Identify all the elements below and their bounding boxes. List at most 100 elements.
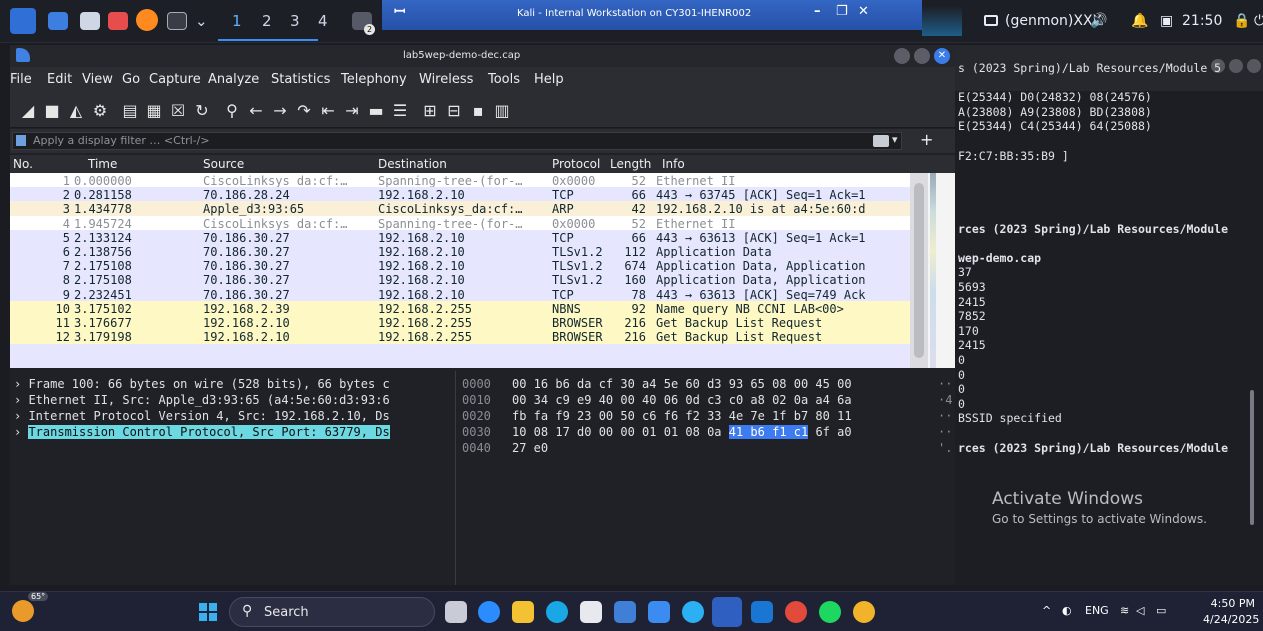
terminal-window[interactable]: s (2023 Spring)/Lab Resources/Module 5 E(… xyxy=(955,45,1263,585)
packet-row[interactable]: 11 3.176677 192.168.2.10 192.168.2.255 BROWS… xyxy=(10,315,910,330)
menu-wireless[interactable]: Wireless xyxy=(419,72,473,87)
lock-icon[interactable]: 🔒 xyxy=(1233,13,1250,29)
task-view-icon[interactable] xyxy=(445,601,467,623)
chrome-canary-icon[interactable] xyxy=(853,601,875,623)
start-button-icon[interactable] xyxy=(199,603,217,621)
save-file-icon[interactable]: ▦ xyxy=(144,101,164,121)
menu-help[interactable]: Help xyxy=(534,72,564,87)
power-icon[interactable]: ⏻ xyxy=(1254,13,1263,29)
vm-restore-icon[interactable]: ❐ xyxy=(836,4,848,19)
pin-icon[interactable]: ꟷ xyxy=(394,2,405,21)
colorize-icon[interactable]: ☰ xyxy=(390,101,410,121)
menu-analyze[interactable]: Analyze xyxy=(208,72,259,87)
col-destination[interactable]: Destination xyxy=(378,157,447,171)
packet-row[interactable]: 9 2.232451 70.186.30.27 192.168.2.10 TCP 78 44… xyxy=(10,286,910,302)
copilot-icon[interactable] xyxy=(648,601,670,623)
battery-icon[interactable]: ▭ xyxy=(1156,604,1166,617)
reload-file-icon[interactable]: ↻ xyxy=(192,101,212,121)
store-icon[interactable] xyxy=(580,601,602,623)
filter-bookmark-icon[interactable] xyxy=(16,135,26,146)
vmware-icon[interactable] xyxy=(682,601,704,623)
add-filter-button-icon[interactable]: + xyxy=(920,130,933,149)
close-file-icon[interactable]: ☒ xyxy=(168,101,188,121)
detail-tcp[interactable]: › Transmission Control Protocol, Src Por… xyxy=(14,425,390,441)
first-packet-icon[interactable]: ⇤ xyxy=(318,101,338,121)
stop-capture-icon[interactable]: ■ xyxy=(42,101,62,121)
go-back-icon[interactable]: ← xyxy=(246,101,266,121)
show-desktop-icon[interactable] xyxy=(48,12,68,30)
col-no[interactable]: No. xyxy=(13,157,33,171)
wifi-icon[interactable]: ≋ xyxy=(1120,604,1129,617)
filter-dropdown-icon[interactable]: ▾ xyxy=(892,133,898,146)
notification-bell-icon[interactable]: 🔔 xyxy=(1131,13,1148,29)
volume-icon[interactable]: 🔊 xyxy=(1090,13,1107,29)
workspace-2[interactable]: 2 xyxy=(262,12,272,30)
kali-menu-icon[interactable] xyxy=(10,8,36,34)
find-packet-icon[interactable]: ⚲ xyxy=(222,101,242,121)
expand-arrow-icon[interactable]: › xyxy=(14,425,28,439)
minimize-icon[interactable] xyxy=(894,48,910,64)
menu-go[interactable]: Go xyxy=(122,72,140,87)
resize-columns-icon[interactable]: ▥ xyxy=(492,101,512,121)
speaker-icon[interactable]: ◁ xyxy=(1136,604,1144,617)
expand-arrow-icon[interactable]: › xyxy=(14,409,28,423)
text-editor-icon[interactable] xyxy=(108,12,128,30)
workspace-3[interactable]: 3 xyxy=(290,12,300,30)
vm-close-icon[interactable]: ✕ xyxy=(858,4,869,19)
go-to-packet-icon[interactable]: ↷ xyxy=(294,101,314,121)
file-explorer-icon[interactable] xyxy=(512,601,534,623)
packet-row[interactable]: 8 2.175108 70.186.30.27 192.168.2.10 TLSv1.2… xyxy=(10,272,910,288)
wireshark-title-bar[interactable]: lab5wep-demo-dec.cap ✕ xyxy=(10,45,955,67)
expand-arrow-icon[interactable]: › xyxy=(14,393,28,407)
weather-icon[interactable] xyxy=(12,600,34,622)
col-protocol[interactable]: Protocol xyxy=(552,157,600,171)
menu-telephony[interactable]: Telephony xyxy=(341,72,407,87)
start-capture-icon[interactable]: ◢ xyxy=(18,101,38,121)
packet-row[interactable]: 3 1.434778 Apple_d3:93:65 CiscoLinksys_da:c… xyxy=(10,201,910,217)
menu-tools[interactable]: Tools xyxy=(488,72,520,87)
vm-title-bar[interactable]: ꟷ Kali - Internal Workstation on CY301-I… xyxy=(382,0,922,30)
language-indicator[interactable]: ENG xyxy=(1085,604,1109,617)
packet-minimap[interactable] xyxy=(928,173,955,368)
widgets-icon[interactable] xyxy=(478,601,500,623)
expand-arrow-icon[interactable]: › xyxy=(14,377,28,391)
col-info[interactable]: Info xyxy=(662,157,685,171)
packet-row[interactable]: 2 0.281158 70.186.28.24 192.168.2.10 TCP 66 44… xyxy=(10,187,910,203)
taskbar-clock[interactable]: 4:50 PM 4/24/2025 xyxy=(1203,597,1259,626)
packet-row[interactable]: 5 2.133124 70.186.30.27 192.168.2.10 TCP 66 44… xyxy=(10,229,910,245)
scrollbar-thumb[interactable] xyxy=(914,183,924,358)
zoom-in-icon[interactable]: ⊞ xyxy=(420,101,440,121)
detail-ethernet[interactable]: › Ethernet II, Src: Apple_d3:93:65 (a4:5… xyxy=(14,393,390,409)
edge-icon[interactable] xyxy=(546,601,568,623)
col-source[interactable]: Source xyxy=(203,157,244,171)
restart-capture-icon[interactable]: ◭ xyxy=(66,101,86,121)
go-forward-icon[interactable]: → xyxy=(270,101,290,121)
file-manager-icon[interactable] xyxy=(80,12,100,30)
menu-statistics[interactable]: Statistics xyxy=(271,72,330,87)
menu-view[interactable]: View xyxy=(82,72,113,87)
myapp-icon[interactable] xyxy=(614,601,636,623)
terminal-close-icon[interactable] xyxy=(1247,59,1261,73)
packet-row[interactable]: 1 0.000000 CiscoLinksys_da:cf:… Spanning-tr… xyxy=(10,173,910,188)
detail-frame[interactable]: › Frame 100: 66 bytes on wire (528 bits)… xyxy=(14,377,390,393)
apply-filter-icon[interactable] xyxy=(873,135,889,147)
packet-row[interactable]: 7 2.175108 70.186.30.27 192.168.2.10 TLSv1.2… xyxy=(10,258,910,274)
outlook-icon[interactable] xyxy=(751,601,773,623)
normal-size-icon[interactable]: ▪ xyxy=(468,101,488,121)
vm-minimize-icon[interactable]: – xyxy=(814,4,821,19)
packet-row[interactable]: 10 3.175102 192.168.2.39 192.168.2.255 NBNS 9… xyxy=(10,300,910,316)
tray-app-icon[interactable]: ◐ xyxy=(1062,604,1072,617)
menu-edit[interactable]: Edit xyxy=(47,72,72,87)
tray-overflow-icon[interactable]: ^ xyxy=(1042,604,1051,617)
detail-ipv4[interactable]: › Internet Protocol Version 4, Src: 192.… xyxy=(14,409,390,425)
capture-options-icon[interactable]: ⚙ xyxy=(90,101,110,121)
terminal-maximize-icon[interactable] xyxy=(1229,59,1243,73)
workspace-1[interactable]: 1 xyxy=(232,12,242,30)
packet-row[interactable]: 6 2.138756 70.186.30.27 192.168.2.10 TLSv1.2… xyxy=(10,244,910,259)
firefox-icon[interactable] xyxy=(136,9,158,31)
close-icon[interactable]: ✕ xyxy=(934,48,950,64)
last-packet-icon[interactable]: ⇥ xyxy=(342,101,362,121)
col-time[interactable]: Time xyxy=(88,157,117,171)
zoom-out-icon[interactable]: ⊟ xyxy=(444,101,464,121)
battery-icon[interactable]: ▣ xyxy=(1160,13,1173,29)
